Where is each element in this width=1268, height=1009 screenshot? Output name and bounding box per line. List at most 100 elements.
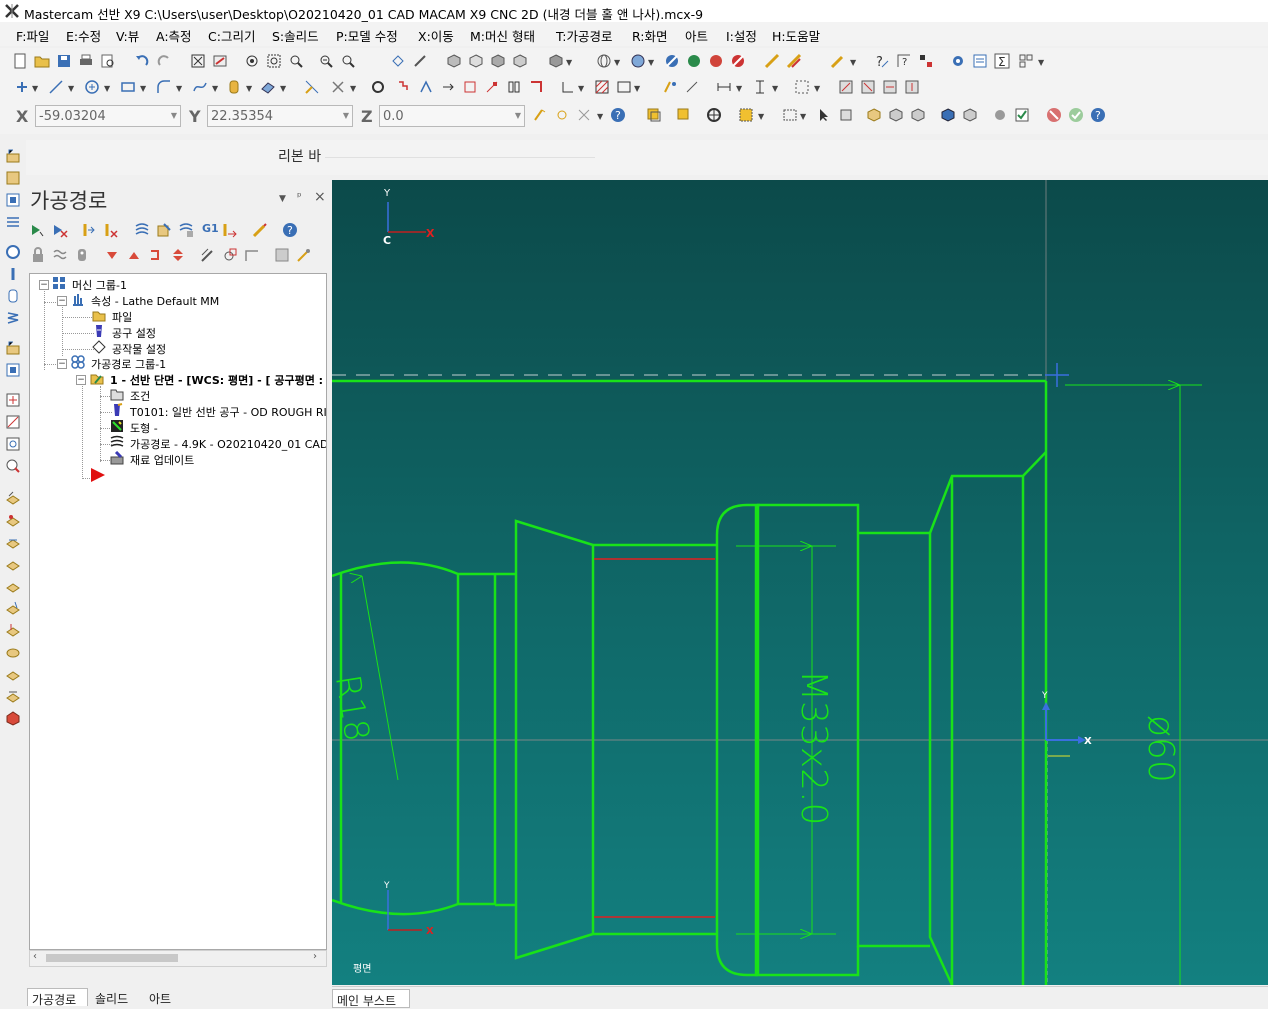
save-icon[interactable]	[56, 53, 72, 69]
display-options-icon[interactable]	[274, 247, 290, 263]
help-circle-icon[interactable]: ?	[610, 107, 626, 123]
menu-screen[interactable]: R:화면	[632, 26, 668, 45]
menu-art[interactable]: 아트	[685, 26, 708, 45]
regenerate-selected-icon[interactable]	[80, 222, 96, 238]
spline-icon[interactable]	[192, 79, 208, 95]
fillet-icon[interactable]	[156, 79, 172, 95]
zoom-window-icon[interactable]	[266, 53, 282, 69]
undo-icon[interactable]	[134, 53, 150, 69]
delete-dropdown-arrow[interactable]: ▼	[350, 84, 356, 93]
tree-item-files[interactable]: 파일	[112, 309, 132, 325]
sigma-icon[interactable]: Σ	[994, 53, 1010, 69]
select-box-icon[interactable]	[838, 107, 854, 123]
select-failed-operations-icon[interactable]	[52, 222, 68, 238]
shading-dropdown-arrow[interactable]: ▼	[648, 58, 654, 67]
menu-machine-type[interactable]: M:머신 형태	[470, 26, 535, 45]
point-dropdown-arrow[interactable]: ▼	[32, 84, 38, 93]
lathe-tool-2-icon[interactable]	[860, 79, 876, 95]
cube-2-icon[interactable]	[888, 107, 904, 123]
tree-item-tool-settings[interactable]: 공구 설정	[112, 325, 156, 341]
mill-layer-6-icon[interactable]	[5, 600, 21, 616]
fast-point-icon[interactable]	[532, 107, 548, 123]
gear-check-icon[interactable]	[992, 107, 1008, 123]
cube-1-icon[interactable]	[866, 107, 882, 123]
select-all-icon[interactable]	[646, 107, 662, 123]
delete-toolpaths-icon[interactable]	[252, 222, 268, 238]
xform-icon[interactable]	[412, 53, 428, 69]
mill-layer-5-icon[interactable]	[5, 578, 21, 594]
tree-item-toolpath-group[interactable]: 가공경로 그룹-1	[91, 356, 166, 372]
tree-item-toolpath[interactable]: 가공경로 - 4.9K - O20210420_01 CAD MACAM X9 …	[130, 436, 326, 452]
menu-edit[interactable]: E:수정	[66, 26, 101, 45]
z-coord-field[interactable]: 0.0 ▼	[379, 105, 525, 127]
z-coord-dropdown-arrow[interactable]: ▼	[515, 111, 521, 120]
insert-arrow-icon[interactable]	[148, 247, 164, 263]
view-top-icon[interactable]	[468, 53, 484, 69]
lathe-thread-icon[interactable]	[5, 288, 21, 304]
menu-toolpaths[interactable]: T:가공경로	[556, 26, 612, 45]
fit-screen-icon[interactable]	[190, 53, 206, 69]
mill-layer-4-icon[interactable]	[5, 556, 21, 572]
note-dropdown-arrow[interactable]: ▼	[634, 84, 640, 93]
window-select-icon[interactable]	[782, 107, 798, 123]
part-outline[interactable]	[332, 379, 1048, 985]
autocursor-dropdown-arrow[interactable]: ▼	[597, 112, 603, 121]
cube-4-icon[interactable]	[940, 107, 956, 123]
circle-icon[interactable]	[84, 79, 100, 95]
menu-help[interactable]: H:도움말	[772, 26, 820, 45]
view-dropdown-arrow[interactable]: ▼	[566, 58, 572, 67]
selection-mode-dropdown-arrow[interactable]: ▼	[758, 112, 764, 121]
scroll-left-arrow[interactable]: ‹	[33, 951, 37, 962]
lathe-tool-4-icon[interactable]	[904, 79, 920, 95]
open-folder-icon[interactable]	[34, 53, 50, 69]
tree-settings-icon[interactable]	[296, 247, 312, 263]
line-style-icon[interactable]	[764, 53, 780, 69]
material-icon[interactable]	[730, 53, 746, 69]
print-icon[interactable]	[78, 53, 94, 69]
vertical-dim-dropdown-arrow[interactable]: ▼	[772, 84, 778, 93]
toggle-display-icon[interactable]	[52, 247, 68, 263]
move-down-icon[interactable]	[104, 247, 120, 263]
analyze-chain-icon[interactable]	[918, 53, 934, 69]
move-up-icon[interactable]	[126, 247, 142, 263]
panel-help-icon[interactable]: ?	[282, 222, 298, 238]
regenerate-icon[interactable]	[370, 79, 386, 95]
insert-position-arrow-icon[interactable]	[90, 467, 106, 483]
dimension-icon[interactable]	[560, 79, 576, 95]
scale-icon[interactable]	[484, 79, 500, 95]
lathe-zoom-icon[interactable]	[5, 458, 21, 474]
tree-item-geometry[interactable]: 도형 -	[130, 420, 158, 436]
autocursor-icon[interactable]	[554, 107, 570, 123]
tree-item-properties[interactable]: 속성 - Lathe Default MM	[91, 293, 219, 309]
lathe-cutoff-icon[interactable]	[5, 310, 21, 326]
analyze-icon[interactable]: ?	[874, 53, 890, 69]
dynamic-rotate-icon[interactable]	[390, 53, 406, 69]
lathe-stock-icon[interactable]	[5, 148, 21, 164]
menu-model-prep[interactable]: P:모델 수정	[336, 26, 398, 45]
view-side-icon[interactable]	[512, 53, 528, 69]
tree-item-parameters[interactable]: 조건	[130, 388, 150, 404]
dimension-dropdown-arrow[interactable]: ▼	[578, 84, 584, 93]
tree-item-stock-update[interactable]: 재료 업데이트	[130, 452, 194, 468]
wireframe-dropdown-arrow[interactable]: ▼	[614, 58, 620, 67]
tab-solids[interactable]: 솔리드	[95, 990, 128, 1007]
lathe-finish-icon[interactable]	[5, 340, 21, 356]
high-feed-icon[interactable]	[222, 222, 238, 238]
toolpath-verify-icon[interactable]	[418, 79, 434, 95]
panel-close-icon[interactable]: ×	[314, 189, 326, 205]
rectangle-dropdown-arrow[interactable]: ▼	[140, 84, 146, 93]
translucent-icon[interactable]	[708, 53, 724, 69]
tree-expander[interactable]: −	[57, 296, 67, 306]
ok-icon[interactable]	[1068, 107, 1084, 123]
view-list-icon[interactable]	[548, 53, 564, 69]
tree-item-machine-group[interactable]: 머신 그룹-1	[72, 277, 127, 293]
cancel-autocursor-icon[interactable]	[576, 107, 592, 123]
redo-icon[interactable]	[156, 53, 172, 69]
tree-item-stock-setup[interactable]: 공작물 설정	[112, 341, 166, 357]
menu-file[interactable]: F:파일	[16, 26, 49, 45]
line-dropdown-arrow[interactable]: ▼	[68, 84, 74, 93]
toolpath-tree[interactable]: − 머신 그룹-1 − 속성 - Lathe Default MM 파일 공구 …	[29, 273, 327, 950]
line-color-icon[interactable]	[786, 53, 802, 69]
print-preview-icon[interactable]	[100, 53, 116, 69]
new-file-icon[interactable]	[12, 53, 28, 69]
